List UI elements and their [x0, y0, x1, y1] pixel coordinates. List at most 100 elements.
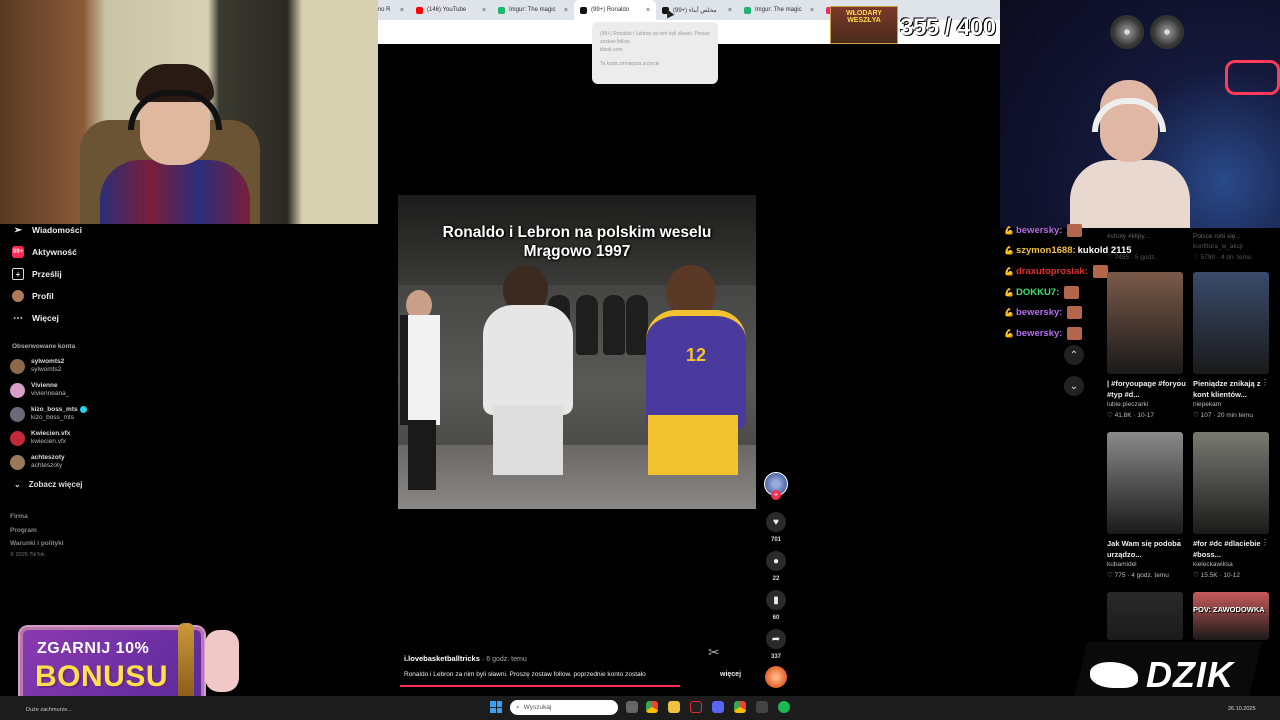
suit: [400, 315, 440, 425]
video-thumbnail[interactable]: [1107, 432, 1183, 534]
video-caption-line: Ronaldo i Lebron na polskim weselu: [442, 224, 712, 241]
video-title[interactable]: #shoty #klipy...: [1107, 231, 1189, 242]
save-button[interactable]: ▮: [766, 590, 786, 610]
nav-upload[interactable]: + Prześlij: [12, 268, 62, 280]
chat-emote-icon: [1064, 285, 1080, 299]
video-author[interactable]: niepekam: [1193, 401, 1221, 408]
video-author[interactable]: kieleckawiksa: [1193, 561, 1233, 568]
video-person-jersey: 12: [636, 265, 756, 505]
close-icon[interactable]: ×: [482, 7, 486, 14]
nav-activity[interactable]: 99+ Aktywność: [12, 246, 77, 258]
comment-button[interactable]: ●: [766, 551, 786, 571]
chat-emote-icon: [1067, 224, 1083, 237]
more-options-icon[interactable]: ⋮: [1261, 538, 1269, 547]
scroll-down-button[interactable]: ⌄: [1064, 376, 1084, 396]
discord-icon[interactable]: [712, 701, 724, 713]
video-caption: Ronaldo i Lebron na polskim weselu Mrągo…: [398, 223, 756, 261]
video-thumbnail[interactable]: [1193, 592, 1269, 640]
browser-tab[interactable]: (99+) Ronaldo ×: [574, 0, 656, 20]
torso: [483, 305, 573, 415]
spotify-icon[interactable]: [778, 701, 790, 713]
chrome-icon[interactable]: [646, 701, 658, 713]
crowd-person: [576, 295, 598, 355]
copyright: © 2025 TikTok: [10, 552, 45, 558]
close-icon[interactable]: ×: [400, 7, 404, 14]
nav-profile[interactable]: Profil: [12, 290, 54, 302]
folder-icon[interactable]: [668, 701, 680, 713]
scroll-up-button[interactable]: ⌃: [1064, 345, 1084, 365]
video-player[interactable]: 12 Ronaldo i Lebron na polskim weselu Mr…: [398, 195, 756, 509]
account-name: Vivienne: [31, 382, 58, 389]
footer-link-program[interactable]: Program: [10, 527, 37, 534]
streamer-webcam-left: [0, 0, 378, 224]
close-icon[interactable]: ×: [728, 7, 732, 14]
video-author[interactable]: kubamidel: [1107, 561, 1137, 568]
like-count: 701: [770, 537, 781, 543]
footer-link-company[interactable]: Firma: [10, 513, 28, 520]
more-options-icon[interactable]: ⋮: [1261, 378, 1269, 387]
more-options-icon[interactable]: ⋮: [1175, 538, 1183, 547]
video-progress-bar[interactable]: [400, 685, 680, 687]
account-handle: sylwomts2: [31, 366, 62, 373]
legs: [408, 420, 436, 490]
chat-username: szymon1688:: [1015, 244, 1076, 256]
video-thumbnail[interactable]: [1107, 592, 1183, 640]
followed-account[interactable]: kizo_boss_mts kizo_boss_mts: [10, 406, 87, 422]
avatar: [10, 406, 25, 422]
close-icon[interactable]: ×: [810, 7, 814, 14]
account-handle: achteszoty: [31, 462, 63, 469]
see-more-button[interactable]: ⌄ Zobacz więcej: [14, 480, 83, 489]
chat-message: 💪 bewersky:: [1004, 326, 1083, 340]
video-title[interactable]: Polsce robi się...: [1193, 231, 1275, 242]
windows-start-icon[interactable]: [490, 701, 502, 713]
video-thumbnail[interactable]: [1107, 272, 1183, 374]
close-icon[interactable]: ×: [564, 7, 568, 14]
nav-label: Więcej: [32, 313, 59, 323]
clock[interactable]: 26.10.2025: [1228, 706, 1256, 712]
chat-message: 💪 bewersky:: [1004, 306, 1083, 319]
video-author[interactable]: konfitura_w_akcji: [1193, 243, 1243, 250]
close-icon[interactable]: ×: [646, 7, 650, 14]
video-title[interactable]: POV: ZAWODOWKA: [1193, 604, 1275, 615]
video-thumbnail[interactable]: [1193, 432, 1269, 534]
chevron-down-icon: ⌄: [1069, 380, 1079, 392]
followed-account[interactable]: sylwomts2 sylwomts2: [10, 358, 64, 374]
promo-banner: ZGARNIJ 10% BONUSU: [20, 627, 204, 703]
avatar: [12, 290, 24, 302]
footer-link-terms[interactable]: Warunki i polityki: [10, 540, 64, 547]
app-icon[interactable]: [756, 701, 768, 713]
task-view-icon[interactable]: [626, 701, 638, 713]
followed-account[interactable]: achteszoty achteszoty: [10, 454, 65, 470]
like-button[interactable]: ♥: [766, 512, 786, 532]
weather-widget[interactable]: Duże zachmurze...: [26, 707, 72, 713]
music-disc-icon[interactable]: [765, 666, 787, 688]
video-author[interactable]: i.lovebasketballtricks: [404, 654, 480, 663]
chrome-icon[interactable]: [734, 701, 746, 713]
sub-goal-badge: WŁODARY WESZŁYA: [830, 6, 898, 44]
video-author[interactable]: lubie.pieczarki: [1107, 401, 1148, 408]
video-stats: ♡ 7455 · 5 godz.: [1107, 254, 1157, 261]
app-icon[interactable]: [690, 701, 702, 713]
more-icon: ⋯: [13, 312, 23, 324]
share-icon: ➦: [771, 633, 781, 645]
nav-label: Prześlij: [32, 269, 62, 279]
account-name: Kwiecien.vfx: [31, 430, 71, 437]
browser-tab[interactable]: (146) YouTube ×: [410, 0, 492, 20]
share-button[interactable]: ➦: [766, 629, 786, 649]
sub-goal-label: WŁODARY WESZŁYA: [846, 10, 882, 24]
nav-more[interactable]: ⋯ Więcej: [12, 312, 59, 324]
followed-account[interactable]: Vivienne vivienneana_: [10, 382, 69, 398]
more-options-icon[interactable]: ⋮: [1175, 378, 1183, 387]
follow-plus-icon[interactable]: +: [771, 490, 781, 500]
taskbar-search[interactable]: ⌕ Wyszukaj: [510, 700, 618, 715]
video-stats: ♡ 41.8K · 10-17: [1107, 412, 1155, 419]
video-thumbnail[interactable]: [1193, 272, 1269, 374]
nav-messages[interactable]: ➢ Wiadomości: [12, 224, 82, 236]
followed-account[interactable]: Kwiecien.vfx kwiecien.vfx: [10, 430, 70, 446]
chat-username: bewersky:: [1015, 307, 1063, 318]
browser-tab[interactable]: Imgur: The magic ×: [738, 0, 820, 20]
more-button[interactable]: więcej: [720, 671, 741, 678]
browser-tab[interactable]: Imgur: The magic ×: [492, 0, 574, 20]
chevron-up-icon: ⌃: [1069, 349, 1079, 361]
streamer-webcam-right: [1000, 0, 1280, 228]
